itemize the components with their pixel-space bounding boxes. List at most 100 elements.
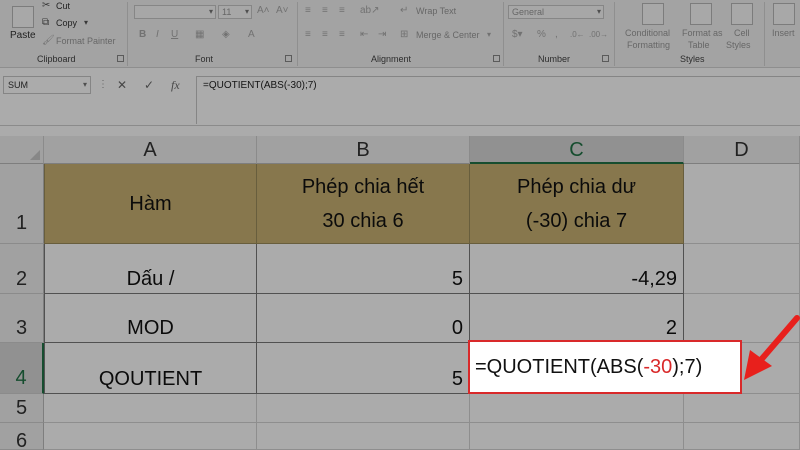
cell-styles-label-1[interactable]: Cell bbox=[734, 28, 750, 38]
column-header-c[interactable]: C bbox=[470, 136, 684, 164]
number-group-label: Number bbox=[538, 54, 571, 64]
alignment-launcher-icon[interactable] bbox=[493, 55, 500, 62]
copy-button[interactable]: Copy bbox=[56, 18, 77, 28]
formula-input[interactable]: =QUOTIENT(ABS(-30);7) bbox=[196, 76, 800, 124]
font-name-combo[interactable]: ▾ bbox=[134, 5, 216, 19]
active-cell-editor[interactable]: =QUOTIENT(ABS(-30);7) bbox=[468, 340, 742, 394]
row-header-4[interactable]: 4 bbox=[0, 343, 44, 394]
increase-decimal-icon[interactable]: .0← bbox=[570, 29, 585, 41]
merge-center-icon: ⊞ bbox=[400, 29, 409, 40]
format-as-table-label-1[interactable]: Format as bbox=[682, 28, 723, 38]
column-header-d[interactable]: D bbox=[684, 136, 800, 164]
fill-color-icon[interactable]: ◈ bbox=[222, 29, 230, 41]
copy-dropdown-icon[interactable]: ▾ bbox=[84, 17, 88, 29]
cell-styles-icon bbox=[731, 3, 753, 25]
cell-b3[interactable]: 0 bbox=[257, 294, 470, 343]
borders-icon[interactable]: ▦ bbox=[195, 29, 204, 41]
ribbon-divider bbox=[127, 2, 128, 66]
cell-a2[interactable]: Dấu / bbox=[44, 244, 257, 294]
ribbon-divider bbox=[764, 2, 765, 66]
number-format-combo[interactable]: General ▾ bbox=[508, 5, 604, 19]
row-header-1[interactable]: 1 bbox=[0, 164, 44, 244]
formula-bar-grip-icon: ⋮ bbox=[98, 79, 108, 90]
callout-arrow-icon bbox=[744, 315, 800, 380]
conditional-formatting-label-2[interactable]: Formatting bbox=[627, 40, 670, 50]
decrease-font-icon[interactable]: A˅ bbox=[276, 5, 289, 17]
cell-d5[interactable] bbox=[684, 394, 800, 423]
cell-a5[interactable] bbox=[44, 394, 257, 423]
decrease-decimal-icon[interactable]: .00→ bbox=[589, 29, 608, 41]
decrease-indent-icon[interactable]: ⇤ bbox=[360, 29, 368, 41]
cell-c3[interactable]: 2 bbox=[470, 294, 684, 343]
font-size-combo[interactable]: 11 ▾ bbox=[218, 5, 252, 19]
cell-a4-text: QOUTIENT bbox=[98, 368, 203, 390]
editor-formula-part1: =QUOTIENT(ABS( bbox=[475, 356, 644, 378]
cut-button[interactable]: Cut bbox=[56, 1, 70, 11]
row-header-6[interactable]: 6 bbox=[0, 423, 44, 450]
row-header-2[interactable]: 2 bbox=[0, 244, 44, 294]
number-launcher-icon[interactable] bbox=[602, 55, 609, 62]
increase-font-icon[interactable]: A˄ bbox=[257, 5, 270, 17]
name-box[interactable]: SUM ▾ bbox=[3, 76, 91, 94]
cell-d6[interactable] bbox=[684, 423, 800, 450]
align-left-icon[interactable]: ≡ bbox=[305, 29, 311, 41]
align-right-icon[interactable]: ≡ bbox=[339, 29, 345, 41]
cell-b1[interactable]: Phép chia hết 30 chia 6 bbox=[257, 164, 470, 244]
insert-cells-button[interactable]: Insert bbox=[772, 28, 795, 38]
cell-c3-text: 2 bbox=[665, 317, 677, 339]
orientation-icon[interactable]: ab↗ bbox=[360, 5, 380, 17]
row-header-3[interactable]: 3 bbox=[0, 294, 44, 343]
cell-b2[interactable]: 5 bbox=[257, 244, 470, 294]
cell-b4[interactable]: 5 bbox=[257, 343, 470, 394]
italic-icon[interactable]: I bbox=[156, 29, 159, 41]
enter-icon[interactable]: ✓ bbox=[144, 76, 154, 94]
cell-b6[interactable] bbox=[257, 423, 470, 450]
underline-icon[interactable]: U bbox=[171, 29, 178, 41]
font-color-icon[interactable]: A bbox=[248, 29, 255, 41]
wrap-text-button[interactable]: Wrap Text bbox=[416, 6, 456, 16]
conditional-formatting-icon bbox=[642, 3, 664, 25]
cancel-icon[interactable]: ✕ bbox=[117, 76, 127, 94]
align-top-icon[interactable]: ≡ bbox=[305, 5, 311, 17]
font-group-label: Font bbox=[195, 54, 214, 64]
insert-function-button[interactable]: fx bbox=[171, 76, 180, 94]
merge-center-button[interactable]: Merge & Center bbox=[416, 30, 480, 40]
font-launcher-icon[interactable] bbox=[285, 55, 292, 62]
cell-a3[interactable]: MOD bbox=[44, 294, 257, 343]
align-center-icon[interactable]: ≡ bbox=[322, 29, 328, 41]
cell-a4[interactable]: QOUTIENT bbox=[44, 343, 257, 394]
cell-a6[interactable] bbox=[44, 423, 257, 450]
name-box-dropdown-icon[interactable]: ▾ bbox=[83, 77, 87, 93]
cell-c6[interactable] bbox=[470, 423, 684, 450]
merge-dropdown-icon[interactable]: ▾ bbox=[487, 29, 491, 41]
accounting-format-icon[interactable]: $▾ bbox=[512, 29, 523, 41]
row-header-5[interactable]: 5 bbox=[0, 394, 44, 423]
cell-a1[interactable]: Hàm bbox=[44, 164, 257, 244]
ribbon-divider bbox=[503, 2, 504, 66]
cell-d2[interactable] bbox=[684, 244, 800, 294]
paste-icon[interactable] bbox=[12, 6, 34, 28]
format-painter-button[interactable]: Format Painter bbox=[56, 36, 116, 46]
select-all-button[interactable] bbox=[0, 136, 44, 164]
cell-b3-text: 0 bbox=[451, 317, 463, 339]
percent-style-icon[interactable]: % bbox=[537, 29, 546, 41]
clipboard-launcher-icon[interactable] bbox=[117, 55, 124, 62]
increase-indent-icon[interactable]: ⇥ bbox=[378, 29, 386, 41]
alignment-group-label: Alignment bbox=[371, 54, 412, 64]
paste-button[interactable]: Paste bbox=[10, 30, 36, 41]
bold-icon[interactable]: B bbox=[139, 29, 146, 41]
align-middle-icon[interactable]: ≡ bbox=[322, 5, 328, 17]
cell-c2[interactable]: -4,29 bbox=[470, 244, 684, 294]
column-header-b[interactable]: B bbox=[257, 136, 470, 164]
column-header-a[interactable]: A bbox=[44, 136, 257, 164]
cell-d1[interactable] bbox=[684, 164, 800, 244]
align-bottom-icon[interactable]: ≡ bbox=[339, 5, 345, 17]
comma-style-icon[interactable]: , bbox=[555, 29, 558, 41]
format-as-table-label-2[interactable]: Table bbox=[688, 40, 710, 50]
cell-c5[interactable] bbox=[470, 394, 684, 423]
cell-b5[interactable] bbox=[257, 394, 470, 423]
cell-a3-text: MOD bbox=[127, 317, 174, 339]
conditional-formatting-label-1[interactable]: Conditional bbox=[625, 28, 670, 38]
cell-c1[interactable]: Phép chia dư (-30) chia 7 bbox=[470, 164, 684, 244]
cell-styles-label-2[interactable]: Styles bbox=[726, 40, 751, 50]
